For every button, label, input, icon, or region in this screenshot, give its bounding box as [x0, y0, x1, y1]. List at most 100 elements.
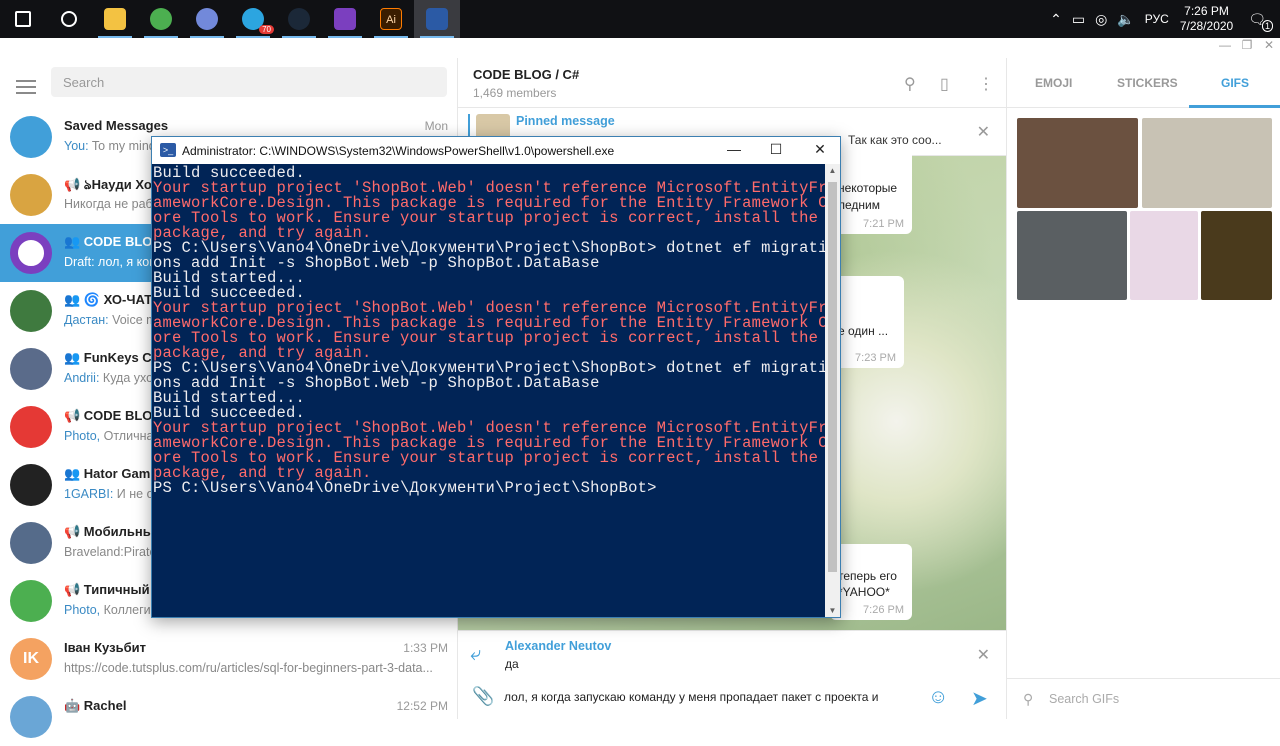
- hator-logo: [10, 464, 52, 506]
- taskbar-discord[interactable]: [184, 0, 230, 38]
- taskbar: 70 Ai ⌃ ▭ ◎ 🔈 РУС 7:26 PM 7/28/2020 🗨 1: [0, 0, 1280, 38]
- close-icon[interactable]: ✕: [1258, 38, 1280, 52]
- maximize-button[interactable]: ☐: [754, 141, 798, 158]
- chat-name: 📢 Типичный: [64, 582, 150, 597]
- preview-author: Дастан:: [64, 313, 109, 327]
- close-button[interactable]: ✕: [798, 141, 842, 158]
- console-scrollbar[interactable]: ▲ ▼: [825, 164, 840, 617]
- telegram-titlebar: — ❐ ✕: [0, 38, 1280, 58]
- scroll-up-icon[interactable]: ▲: [825, 166, 840, 175]
- cancel-reply-icon[interactable]: ✕: [977, 645, 990, 665]
- console-line: PS C:\Users\Vano4\OneDrive\Документи\Pro…: [153, 479, 657, 497]
- preview-author: Draft:: [64, 255, 95, 269]
- taskbar-file-explorer[interactable]: [92, 0, 138, 38]
- chat-header: CODE BLOG / C# 1,469 members ⚲ ▯ ⋮: [458, 58, 1006, 108]
- game-avatar: [10, 522, 52, 564]
- search-icon: ⚲: [1023, 691, 1034, 707]
- gif-thumbnail[interactable]: [1142, 118, 1272, 208]
- powershell-title: Administrator: C:\WINDOWS\System32\Windo…: [182, 144, 615, 158]
- notification-count: 1: [1261, 19, 1273, 32]
- minimize-button[interactable]: —: [712, 141, 756, 157]
- tab-stickers[interactable]: STICKERS: [1117, 76, 1178, 90]
- preview-text: To my mind: [88, 139, 156, 153]
- taskbar-start-button[interactable]: [0, 0, 46, 38]
- attach-icon[interactable]: 📎: [472, 686, 494, 707]
- code-blog-red-logo: [10, 406, 52, 448]
- fox-avatar: [10, 174, 52, 216]
- preview-author: You:: [64, 139, 89, 153]
- language-indicator[interactable]: РУС: [1145, 12, 1169, 26]
- preview-author: Photo,: [64, 603, 101, 617]
- message-text: е один ...: [838, 324, 889, 338]
- code-blog-logo: [10, 232, 52, 274]
- avatar: IK: [10, 638, 52, 680]
- tab-gifs[interactable]: GIFS: [1221, 76, 1249, 90]
- gif-search-placeholder: Search GIFs: [1049, 692, 1120, 706]
- chat-time: 12:52 PM: [396, 699, 448, 713]
- visual-studio-icon: [334, 8, 356, 30]
- taskbar-telegram[interactable]: 70: [230, 0, 276, 38]
- chat-preview: https://code.tutsplus.com/ru/articles/sq…: [64, 661, 449, 675]
- sidebar-toggle-icon[interactable]: ▯: [940, 74, 949, 94]
- taskbar-visual-studio[interactable]: [322, 0, 368, 38]
- chat-title[interactable]: CODE BLOG / C#: [473, 67, 579, 82]
- hamburger-menu-icon[interactable]: [16, 76, 36, 98]
- message-input[interactable]: лол, я когда запускаю команду у меня про…: [504, 690, 878, 704]
- console-output[interactable]: Build succeeded. Your startup project 'Sh…: [152, 164, 825, 617]
- chat-name: Іван Кузьбит: [64, 640, 146, 655]
- gif-thumbnail[interactable]: [1017, 118, 1138, 208]
- message-bubble[interactable]: теперь его *YAHOO* 7:26 PM: [830, 544, 912, 620]
- gif-thumbnail[interactable]: [1130, 211, 1198, 300]
- network-icon[interactable]: ◎: [1095, 11, 1107, 28]
- search-icon[interactable]: ⚲: [904, 74, 916, 94]
- system-tray: ⌃ ▭ ◎ 🔈 РУС 7:26 PM 7/28/2020 🗨 1: [1045, 0, 1280, 38]
- reply-preview: ⤶ Alexander Neutov да ✕: [458, 630, 1006, 678]
- more-options-icon[interactable]: ⋮: [978, 74, 994, 94]
- taskbar-search-button[interactable]: [46, 0, 92, 38]
- clock-date: 7/28/2020: [1179, 19, 1234, 33]
- gif-thumbnail[interactable]: [1201, 211, 1272, 300]
- taskbar-powershell[interactable]: [414, 0, 460, 38]
- tab-emoji[interactable]: EMOJI: [1035, 76, 1072, 90]
- illustrator-icon: Ai: [380, 8, 402, 30]
- clock[interactable]: 7:26 PM 7/28/2020: [1180, 4, 1233, 34]
- gif-search[interactable]: ⚲ Search GIFs: [1007, 678, 1280, 719]
- scrollbar-thumb[interactable]: [828, 182, 837, 572]
- chat-name: 🤖 Rachel: [64, 698, 127, 713]
- chat-name: 📢 ঌHayди Хо: [64, 177, 152, 192]
- preview-text: https://code.tutsplus.com/ru/articles/sq…: [64, 661, 433, 675]
- preview-text: Braveland:Pirate: [64, 545, 157, 559]
- volume-icon[interactable]: 🔈: [1117, 11, 1134, 28]
- pinned-label: Pinned message: [516, 114, 615, 128]
- steam-icon: [288, 8, 310, 30]
- chat-list-item[interactable]: IK Іван Кузьбит https://code.tutsplus.com/…: [0, 630, 458, 688]
- chevron-up-icon[interactable]: ⌃: [1050, 11, 1062, 28]
- notification-icon[interactable]: 🗨 1: [1248, 11, 1273, 32]
- scroll-down-icon[interactable]: ▼: [825, 606, 840, 615]
- emoji-panel: EMOJI STICKERS GIFS ⚲ Search GIFs: [1006, 58, 1280, 719]
- message-time: 7:23 PM: [855, 352, 896, 364]
- search-input[interactable]: Search: [51, 67, 447, 97]
- maximize-icon[interactable]: ❐: [1236, 38, 1258, 52]
- powershell-titlebar[interactable]: >_ Administrator: C:\WINDOWS\System32\Wi…: [152, 137, 840, 164]
- chat-list-item[interactable]: 🤖 Rachel 12:52 PM: [0, 688, 458, 746]
- message-text: теперь его *YAHOO*: [838, 569, 897, 599]
- windows-logo: [15, 11, 31, 27]
- battery-icon[interactable]: ▭: [1072, 11, 1085, 28]
- taskbar-illustrator[interactable]: Ai: [368, 0, 414, 38]
- preview-text: Куда ухо: [99, 371, 154, 385]
- taskbar-chrome[interactable]: [138, 0, 184, 38]
- taskbar-steam[interactable]: [276, 0, 322, 38]
- message-bubble[interactable]: некоторые ледним 7:21 PM: [830, 150, 912, 234]
- preview-author: 1GARBI:: [64, 487, 114, 501]
- preview-text: Никогда не работ: [64, 197, 166, 211]
- powershell-icon: >_: [160, 143, 176, 157]
- message-bubble[interactable]: е один ... 7:23 PM: [830, 276, 904, 368]
- gif-thumbnail[interactable]: [1017, 211, 1127, 300]
- emoji-icon[interactable]: ☺: [928, 686, 948, 709]
- powershell-window[interactable]: >_ Administrator: C:\WINDOWS\System32\Wi…: [151, 136, 841, 618]
- send-icon[interactable]: ➤: [971, 686, 988, 711]
- message-time: 7:21 PM: [863, 218, 904, 230]
- minimize-icon[interactable]: —: [1214, 38, 1236, 52]
- close-pinned-icon[interactable]: ✕: [977, 122, 990, 142]
